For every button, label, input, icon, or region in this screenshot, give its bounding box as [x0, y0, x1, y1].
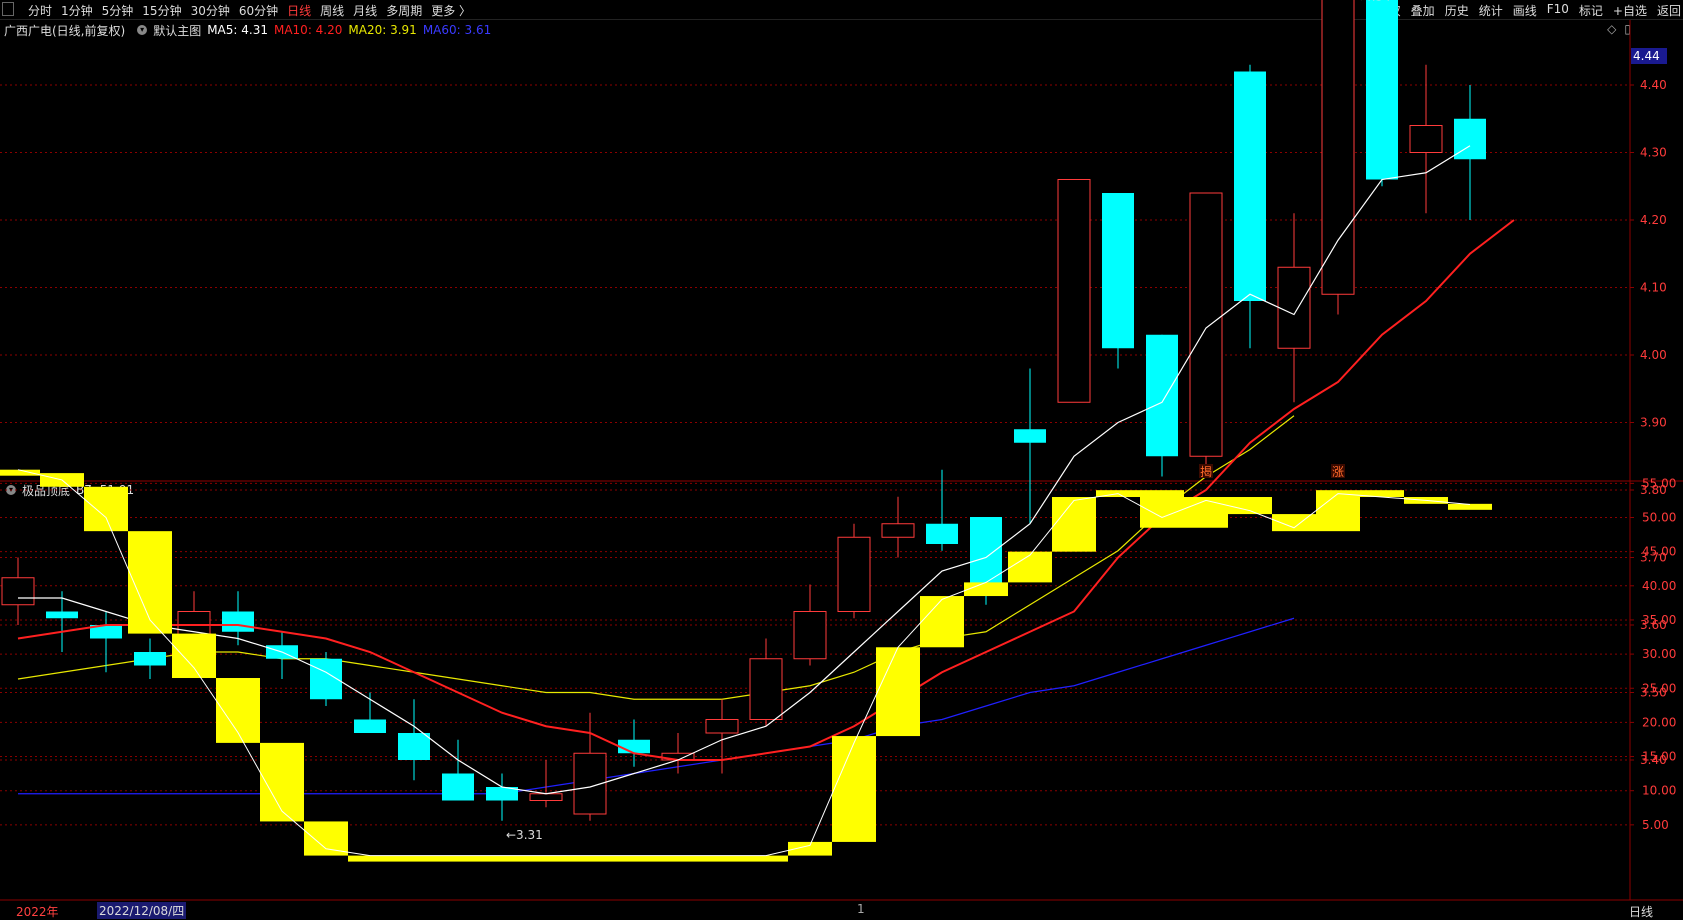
period-marker: 1 — [857, 902, 865, 916]
year-label: 2022年 — [16, 905, 59, 919]
indicator-bar — [172, 633, 216, 679]
ind-y-tick: 40.00 — [1642, 579, 1676, 593]
candle-body — [1409, 125, 1443, 153]
ind-y-tick: 10.00 — [1642, 784, 1676, 798]
indicator-line — [17, 469, 1471, 857]
candle-body — [793, 611, 827, 660]
candle-body — [354, 719, 386, 733]
ind-y-tick: 25.00 — [1642, 681, 1676, 695]
main-y-tick: 3.90 — [1640, 416, 1667, 430]
ind-y-tick: 45.00 — [1642, 545, 1676, 559]
indicator-bar — [260, 742, 304, 822]
indicator-bar — [1228, 497, 1272, 515]
candle-body — [749, 658, 783, 720]
indicator-bar — [568, 855, 612, 862]
candle-body — [398, 733, 430, 760]
indicator-bar — [392, 855, 436, 862]
candle-body — [618, 739, 650, 754]
indicator-bar — [304, 821, 348, 856]
candle-body — [1102, 193, 1134, 349]
indicator-bar — [964, 582, 1008, 597]
signal-marker: 涨 — [1332, 464, 1344, 479]
main-y-tick: 4.20 — [1640, 213, 1667, 227]
candle-body — [1189, 192, 1223, 457]
candle-body — [1366, 0, 1398, 180]
cursor-date: 2022/12/08/四 — [97, 902, 187, 919]
indicator-bar — [656, 855, 700, 862]
bottom-bar: 2022年 2022/12/08/四 1 日线 — [0, 901, 1683, 919]
candle-body — [881, 523, 915, 538]
ind-y-tick: 5.00 — [1642, 818, 1669, 832]
indicator-bar — [1184, 497, 1228, 528]
indicator-bar — [84, 486, 128, 532]
candle-body — [529, 793, 563, 801]
ind-y-tick: 20.00 — [1642, 715, 1676, 729]
indicator-bar — [920, 596, 964, 648]
indicator-bar — [700, 855, 744, 862]
candle-body — [1277, 266, 1311, 349]
ind-y-tick: 30.00 — [1642, 647, 1676, 661]
indicator-bar — [348, 855, 392, 862]
candle-body — [837, 536, 871, 612]
candle-body — [222, 611, 254, 632]
ind-y-tick: 55.00 — [1642, 476, 1676, 490]
indicator-bar — [524, 855, 568, 862]
chart-canvas[interactable]: 4.404.304.204.104.003.903.803.703.603.50… — [0, 0, 1683, 919]
candle-body — [1234, 71, 1266, 301]
candle-body — [1057, 179, 1091, 403]
main-y-tick: 4.40 — [1640, 78, 1667, 92]
candle-body — [1146, 334, 1178, 457]
signal-marker: 揭 — [1200, 464, 1212, 479]
period-button[interactable]: 日线 — [1629, 903, 1653, 920]
indicator-bar — [436, 855, 480, 862]
candle-body — [705, 719, 739, 734]
indicator-bar — [1272, 514, 1316, 532]
high-label: ↖4.54 — [1354, 0, 1391, 4]
candle-body — [970, 517, 1002, 592]
candle-body — [442, 773, 474, 801]
ind-y-tick: 15.00 — [1642, 750, 1676, 764]
low-label: ←3.31 — [506, 828, 543, 842]
indicator-bar — [876, 647, 920, 737]
indicator-bar — [612, 855, 656, 862]
indicator-bar — [1052, 497, 1096, 552]
candle-body — [1321, 0, 1355, 295]
indicator-bar — [1448, 503, 1492, 510]
ind-y-tick: 50.00 — [1642, 511, 1676, 525]
main-y-tick: 4.10 — [1640, 281, 1667, 295]
indicator-bar — [128, 531, 172, 634]
candle-body — [1, 577, 35, 606]
ind-y-tick: 35.00 — [1642, 613, 1676, 627]
current-price-label: 4.44 — [1633, 49, 1660, 63]
candle-body — [134, 652, 166, 666]
indicator-bar — [480, 855, 524, 862]
main-y-tick: 4.30 — [1640, 146, 1667, 160]
main-y-tick: 4.00 — [1640, 348, 1667, 362]
indicator-bar — [744, 855, 788, 862]
indicator-bar — [1008, 551, 1052, 583]
candle-body — [1014, 429, 1046, 443]
indicator-bar — [1316, 490, 1360, 532]
candle-body — [46, 611, 78, 619]
candle-body — [926, 523, 958, 544]
indicator-bar — [832, 736, 876, 842]
